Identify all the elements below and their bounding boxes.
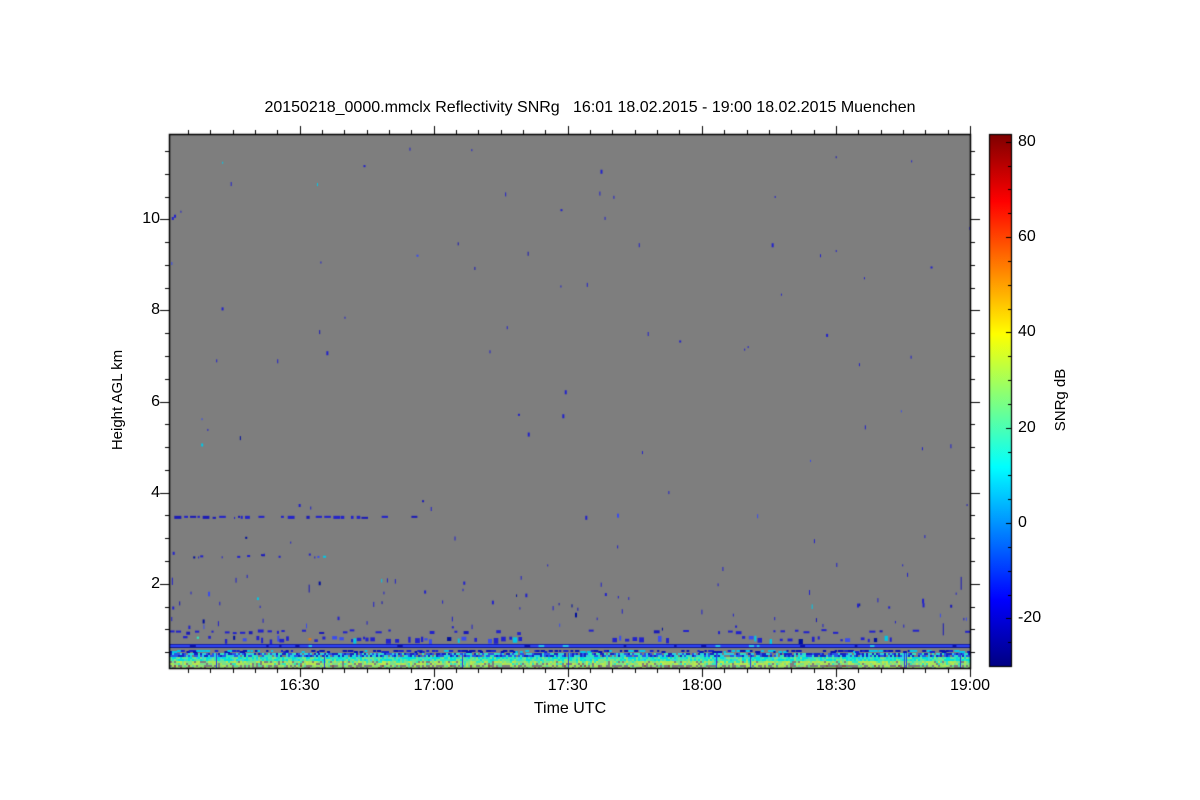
colorbar-tick-label: 40: [1018, 323, 1036, 341]
x-axis-tick-label: 17:30: [547, 677, 588, 694]
y-axis-tick-label: 4: [151, 483, 160, 501]
y-axis-tick-label: 8: [151, 301, 160, 319]
colorbar-tick-label: 0: [1018, 514, 1027, 531]
y-axis-tick-label: 2: [151, 574, 160, 592]
x-axis-tick-label: 18:30: [815, 677, 856, 694]
colorbar-tick-label: 20: [1018, 418, 1036, 436]
y-axis-tick-label: 10: [142, 210, 160, 228]
x-axis-title: Time UTC: [533, 700, 607, 717]
x-axis-tick-label: 18:00: [681, 677, 722, 694]
x-axis-tick-label: 16:30: [279, 677, 320, 694]
colorbar-tick-label: 60: [1018, 228, 1036, 245]
y-axis-tick-label: 6: [151, 392, 160, 410]
x-axis-tick-label: 19:00: [949, 677, 991, 694]
colorbar-tick-label: -20: [1018, 609, 1042, 627]
colorbar-axis-title: SNRg dB: [1052, 368, 1069, 432]
radar-quicklook-page: { "chart_data": { "type": "heatmap", "ti…: [0, 0, 1200, 800]
plot-title: 20150218_0000.mmclx Reflectivity SNRg 16…: [264, 99, 916, 116]
colorbar-tick-label: 80: [1018, 132, 1036, 150]
x-axis-tick-label: 17:00: [413, 677, 454, 694]
